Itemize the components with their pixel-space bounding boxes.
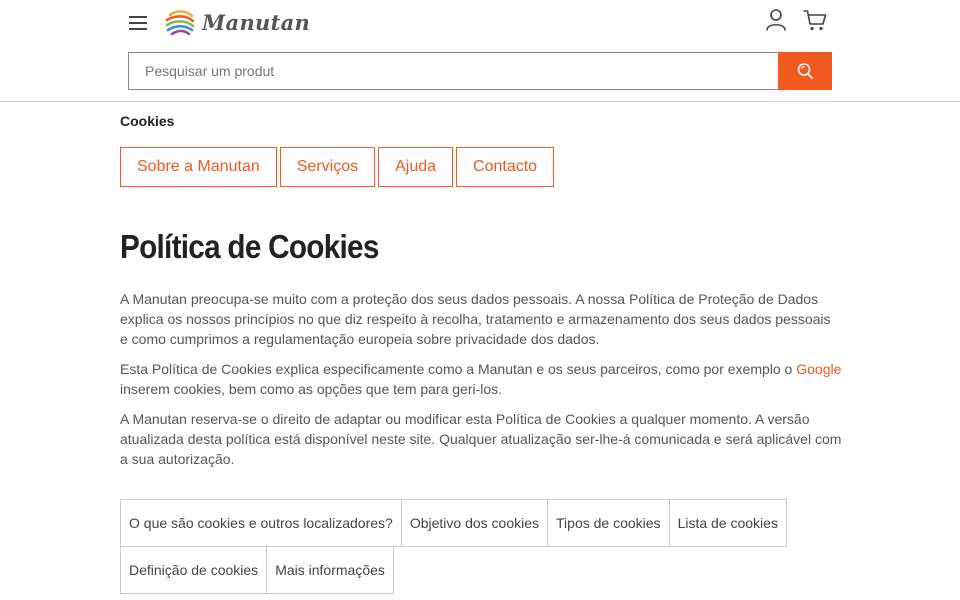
toc-item-definition[interactable]: Definição de cookies [120, 546, 268, 594]
nav-contact-button[interactable]: Contacto [456, 147, 555, 187]
logo-mark-icon [165, 10, 195, 36]
toc-item-what-are-cookies[interactable]: O que são cookies e outros localizadores… [120, 499, 402, 547]
toc-item-more-info[interactable]: Mais informações [266, 546, 394, 594]
cart-icon[interactable] [803, 8, 827, 32]
table-of-contents: O que são cookies e outros localizadores… [120, 499, 800, 594]
hamburger-menu-icon[interactable] [128, 12, 150, 34]
search-icon [797, 63, 813, 79]
search-button[interactable] [778, 52, 832, 90]
intro-text-span: inserem cookies, bem como as opções que … [120, 381, 503, 397]
search-input[interactable] [128, 52, 779, 90]
intro-paragraph: A Manutan preocupa-se muito com a proteç… [120, 291, 831, 347]
google-link[interactable]: Google [796, 361, 841, 377]
toc-item-types[interactable]: Tipos de cookies [547, 499, 670, 547]
info-nav: Sobre a Manutan Serviços Ajuda Contacto [120, 147, 557, 187]
site-header: Manutan [0, 0, 960, 102]
toc-item-list[interactable]: Lista de cookies [668, 499, 787, 547]
search-bar [128, 52, 832, 90]
nav-services-button[interactable]: Serviços [279, 147, 376, 187]
toc-item-purpose[interactable]: Objetivo dos cookies [400, 499, 549, 547]
logo-text: Manutan [202, 9, 311, 35]
nav-help-button[interactable]: Ajuda [378, 147, 454, 187]
user-icon[interactable] [765, 8, 787, 32]
intro-text: A Manutan preocupa-se muito com a proteç… [120, 289, 842, 479]
toc-row: Definição de cookies Mais informações [120, 546, 800, 594]
toc-row: O que são cookies e outros localizadores… [120, 499, 800, 547]
page-title: Política de Cookies [120, 228, 379, 265]
intro-paragraph: A Manutan reserva-se o direito de adapta… [120, 411, 842, 467]
nav-about-button[interactable]: Sobre a Manutan [120, 147, 277, 187]
intro-text-span: Esta Política de Cookies explica especif… [120, 361, 797, 377]
intro-paragraph: Esta Política de Cookies explica especif… [120, 359, 842, 399]
breadcrumb: Cookies [120, 113, 175, 129]
logo[interactable]: Manutan [164, 6, 310, 38]
